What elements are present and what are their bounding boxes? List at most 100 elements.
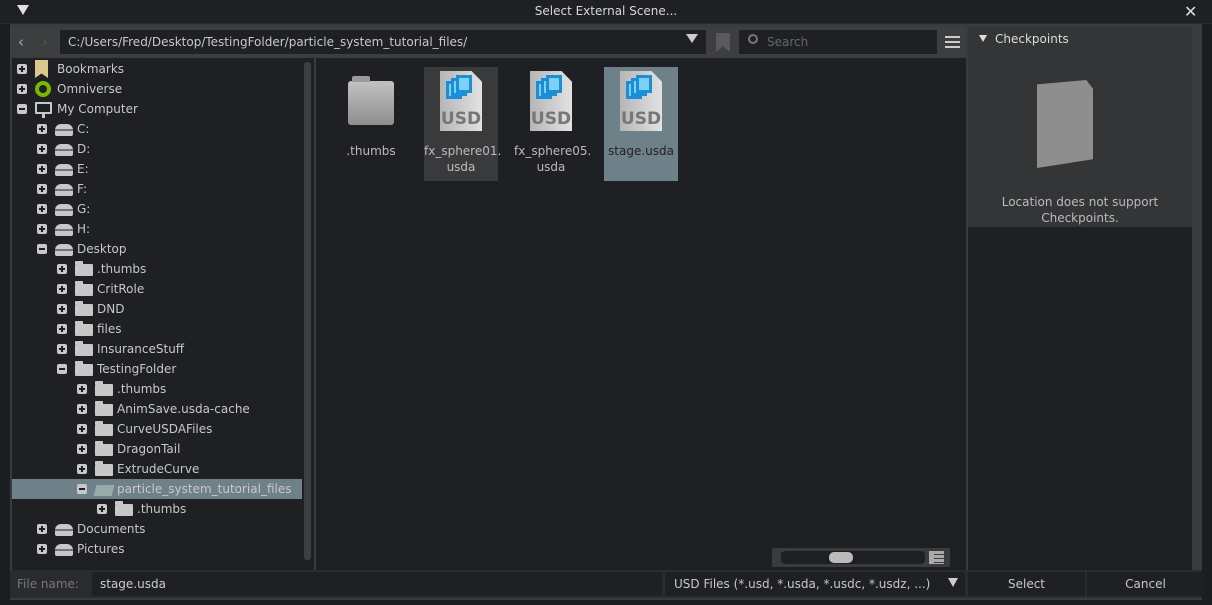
tree-item[interactable]: DND <box>12 299 302 319</box>
collapse-icon[interactable] <box>37 244 47 254</box>
file-name-input[interactable]: stage.usda <box>92 572 662 596</box>
options-menu-icon[interactable] <box>945 36 960 48</box>
expand-icon[interactable] <box>57 344 67 354</box>
tree-item[interactable]: DragonTail <box>12 439 302 459</box>
collapse-icon[interactable] <box>979 35 987 42</box>
expand-icon[interactable] <box>97 504 107 514</box>
drive-icon <box>55 244 73 256</box>
expand-icon[interactable] <box>37 124 47 134</box>
folder-icon <box>95 401 113 416</box>
tree-item[interactable]: D: <box>12 139 302 159</box>
expand-icon[interactable] <box>77 404 87 414</box>
zoom-slider[interactable] <box>781 551 925 564</box>
expand-icon[interactable] <box>17 84 27 94</box>
drive-icon <box>55 524 73 536</box>
tree-item[interactable]: ExtrudeCurve <box>12 459 302 479</box>
expand-icon[interactable] <box>57 304 67 314</box>
zoom-slider-handle[interactable] <box>829 552 853 563</box>
tree-item[interactable]: particle_system_tutorial_files <box>12 479 302 499</box>
forward-icon[interactable]: › <box>42 33 48 51</box>
file-tile[interactable]: USD fx_sphere01. usda <box>424 67 501 181</box>
tree-item-label: Omniverse <box>57 82 123 96</box>
search-input[interactable]: Search <box>739 30 937 54</box>
chevron-down-icon[interactable] <box>948 578 958 587</box>
file-name: fx_sphere05. usda <box>514 144 592 174</box>
folder-icon <box>95 421 113 436</box>
document-icon <box>1037 80 1093 168</box>
tree-item-label: .thumbs <box>137 502 187 516</box>
expand-icon[interactable] <box>77 444 87 454</box>
tree-item[interactable]: My Computer <box>12 99 302 119</box>
expand-icon[interactable] <box>37 144 47 154</box>
collapse-icon[interactable] <box>77 484 87 494</box>
tree-item-label: CritRole <box>97 282 145 296</box>
expand-icon[interactable] <box>37 164 47 174</box>
tree-item[interactable]: CritRole <box>12 279 302 299</box>
tree-item-label: Bookmarks <box>57 62 125 76</box>
cancel-button[interactable]: Cancel <box>1087 572 1204 596</box>
expand-icon[interactable] <box>37 524 47 534</box>
expand-icon[interactable] <box>57 324 67 334</box>
tree-item[interactable]: E: <box>12 159 302 179</box>
expand-icon[interactable] <box>37 184 47 194</box>
tree-item[interactable]: .thumbs <box>12 499 302 519</box>
tree-scrollbar[interactable] <box>304 62 311 560</box>
tree-item[interactable]: Documents <box>12 519 302 539</box>
folder-icon <box>75 341 93 356</box>
tree-item[interactable]: TestingFolder <box>12 359 302 379</box>
drive-icon <box>55 544 73 556</box>
tree-item[interactable]: F: <box>12 179 302 199</box>
tree-item-label: G: <box>77 202 91 216</box>
folder-icon <box>75 321 93 336</box>
tree-item[interactable]: Desktop <box>12 239 302 259</box>
path-input[interactable]: C:/Users/Fred/Desktop/TestingFolder/part… <box>60 30 706 54</box>
expand-icon[interactable] <box>77 384 87 394</box>
tree-item[interactable]: G: <box>12 199 302 219</box>
expand-icon[interactable] <box>77 464 87 474</box>
expand-icon[interactable] <box>37 204 47 214</box>
checkpoints-message: Location does not support Checkpoints. <box>1001 195 1159 225</box>
expand-icon[interactable] <box>57 284 67 294</box>
expand-icon[interactable] <box>37 544 47 554</box>
collapse-icon[interactable] <box>57 364 67 374</box>
expand-icon[interactable] <box>77 424 87 434</box>
checkpoints-panel-body <box>968 227 1192 570</box>
back-icon[interactable]: ‹ <box>18 33 24 51</box>
expand-icon[interactable] <box>57 264 67 274</box>
tree-item-label: Pictures <box>77 542 125 556</box>
file-tile[interactable]: .thumbs <box>334 67 408 181</box>
tree-item[interactable]: .thumbs <box>12 259 302 279</box>
tree-item[interactable]: C: <box>12 119 302 139</box>
file-tile[interactable]: USD stage.usda <box>604 67 678 181</box>
folder-icon <box>95 461 113 476</box>
list-view-icon[interactable] <box>929 551 944 564</box>
path-history-dropdown-icon[interactable] <box>686 34 698 43</box>
tree-item[interactable]: Omniverse <box>12 79 302 99</box>
tree-item[interactable]: CurveUSDAFiles <box>12 419 302 439</box>
file-name: .thumbs <box>346 144 396 158</box>
tree-item[interactable]: Bookmarks <box>12 59 302 79</box>
collapse-icon[interactable] <box>17 104 27 114</box>
drive-icon <box>55 184 73 196</box>
file-name-label: File name: <box>17 577 79 591</box>
tree-item-label: D: <box>77 142 91 156</box>
tree-item[interactable]: InsuranceStuff <box>12 339 302 359</box>
select-button[interactable]: Select <box>968 572 1085 596</box>
tree-item-label: AnimSave.usda-cache <box>117 402 250 416</box>
tree-item[interactable]: files <box>12 319 302 339</box>
search-icon <box>748 34 758 44</box>
file-tile[interactable]: USD fx_sphere05. usda <box>514 67 592 181</box>
tree-item[interactable]: H: <box>12 219 302 239</box>
expand-icon[interactable] <box>17 64 27 74</box>
tree-item[interactable]: .thumbs <box>12 379 302 399</box>
expand-icon[interactable] <box>37 224 47 234</box>
folder-icon <box>75 301 93 316</box>
tree-item-label: particle_system_tutorial_files <box>117 482 292 496</box>
tree-item[interactable]: AnimSave.usda-cache <box>12 399 302 419</box>
tree-item[interactable]: Pictures <box>12 539 302 559</box>
file-type-filter[interactable]: USD Files (*.usd, *.usda, *.usdc, *.usdz… <box>665 572 965 596</box>
folder-open-icon <box>93 485 115 496</box>
folder-icon <box>75 281 93 296</box>
file-name: stage.usda <box>608 144 674 158</box>
close-icon[interactable]: ✕ <box>1184 2 1197 21</box>
